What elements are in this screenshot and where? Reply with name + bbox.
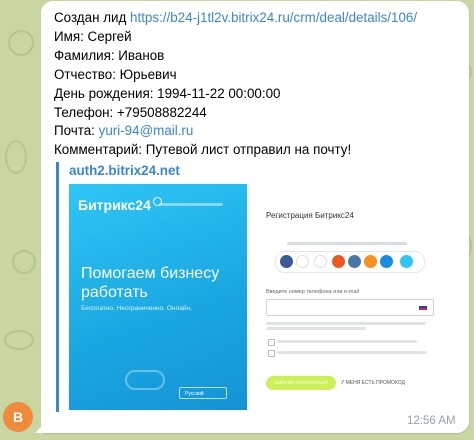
message-time: 12:56 AM (407, 415, 456, 427)
ok-icon (364, 255, 377, 268)
email-line: Почта: yuri-94@mail.ru (54, 122, 464, 141)
registration-panel: Регистрация Битрикс24 Введите номер теле… (247, 184, 454, 410)
office-icon (332, 255, 345, 268)
sender-avatar[interactable]: B (3, 402, 33, 432)
last-name-line: Фамилия: Иванов (54, 47, 165, 63)
registration-hint (287, 242, 407, 245)
terms-text (266, 322, 426, 325)
terms-text (266, 327, 366, 330)
preview-site-name[interactable]: auth2.bitrix24.net (69, 163, 180, 178)
lead-prefix: Создан лид (54, 10, 127, 25)
bitrix24-logo: Битрикс24 (78, 197, 162, 213)
wallpaper-doodle (12, 250, 36, 274)
language-select: Русский (179, 387, 227, 399)
preview-image[interactable]: Битрикс24 Помогаем бизнесу работать Бесп… (69, 184, 454, 410)
lead-link[interactable]: https://b24-j1tl2v.bitrix24.ru/crm/deal/… (130, 10, 417, 25)
email-label: Почта: (54, 123, 95, 139)
registration-title: Регистрация Битрикс24 (266, 211, 354, 220)
register-button: ЗАРЕГИСТРИРОВАТЬСЯ (266, 376, 336, 390)
link-preview[interactable]: auth2.bitrix24.net Битрикс24 Помогаем би… (56, 162, 459, 412)
vk-icon (348, 255, 361, 268)
facebook-icon (280, 255, 293, 268)
phone-input (266, 299, 434, 316)
logo-text: Битрикс (78, 197, 136, 213)
comment-line: Комментарий: Путевой лист отправил на по… (54, 142, 352, 158)
message-bubble[interactable]: Создан лид https://b24-j1tl2v.bitrix24.r… (41, 1, 469, 433)
cloud-icon (125, 370, 165, 390)
lead-line: Создан лид https://b24-j1tl2v.bitrix24.r… (54, 9, 464, 28)
mailru-icon (380, 255, 393, 268)
consent-text (277, 340, 417, 343)
promo-code-link: У МЕНЯ ЕСТЬ ПРОМОКОД (341, 380, 405, 386)
birthday-line: День рождения: 1994-11-22 00:00:00 (54, 85, 281, 101)
google-icon (296, 255, 309, 268)
newsletter-text (277, 351, 427, 354)
promo-tagline-bar (159, 203, 223, 206)
wallpaper-doodle (5, 140, 27, 174)
patronymic-line: Отчество: Юрьевич (54, 66, 177, 82)
yandex-icon (314, 255, 327, 268)
newsletter-checkbox (268, 350, 275, 357)
social-login-row (275, 251, 425, 273)
promo-subtitle: Бесплатно. Неограниченно. Онлайн. (81, 305, 192, 312)
russia-flag-icon (419, 304, 427, 310)
email-link[interactable]: yuri-94@mail.ru (99, 123, 194, 138)
message-text: Создан лид https://b24-j1tl2v.bitrix24.r… (54, 9, 464, 160)
promo-panel: Битрикс24 Помогаем бизнесу работать Бесп… (69, 184, 247, 410)
phone-line: Телефон: +79508882244 (54, 104, 207, 120)
bitrix-icon (400, 255, 413, 268)
logo-number: 24 (135, 197, 151, 213)
wallpaper-doodle (8, 30, 34, 56)
wallpaper-doodle (4, 330, 34, 350)
promo-title: Помогаем бизнесу работать (81, 265, 220, 301)
first-name-line: Имя: Сергей (54, 28, 132, 44)
consent-checkbox (268, 339, 275, 346)
phone-field-label: Введите номер телефона или e-mail (266, 289, 359, 295)
